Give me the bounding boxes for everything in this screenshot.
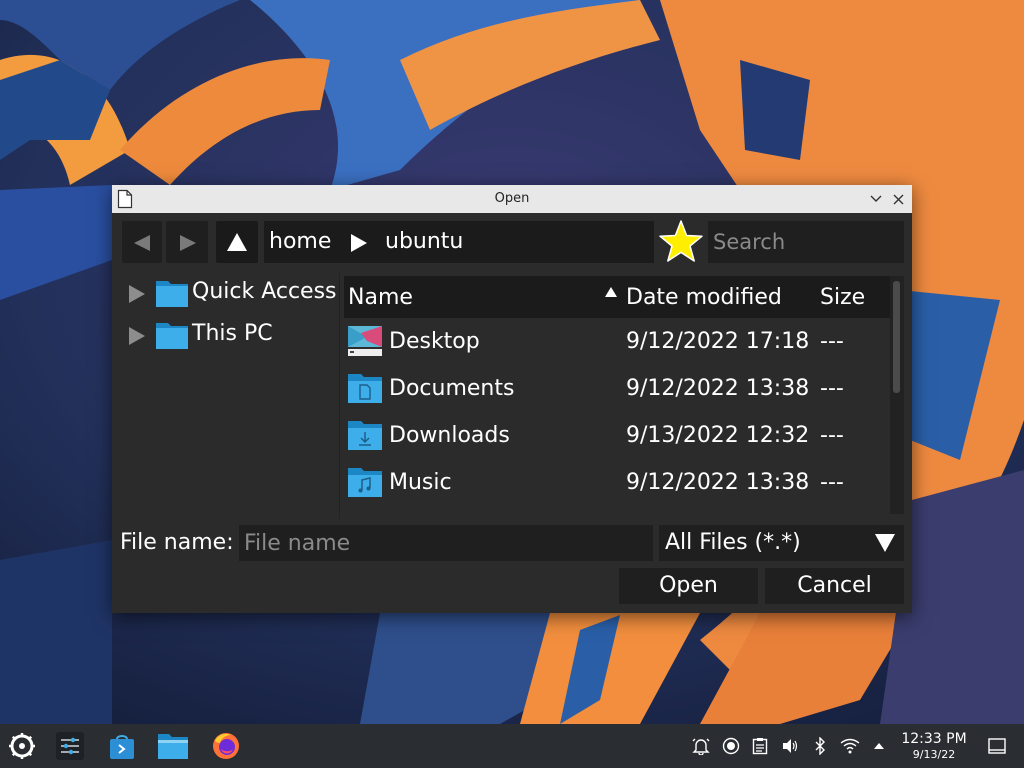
- arrow-left-icon: [134, 235, 150, 251]
- scrollbar-thumb[interactable]: [893, 281, 900, 393]
- arrow-right-icon: [180, 235, 196, 251]
- bluetooth-icon: [815, 737, 825, 755]
- file-date: 9/12/2022 13:38: [626, 376, 810, 401]
- tray-volume[interactable]: [780, 736, 800, 756]
- minimize-button[interactable]: [866, 189, 886, 209]
- tree-item-label: Quick Access: [192, 279, 337, 304]
- taskbar-discover[interactable]: [106, 730, 138, 762]
- clock-date[interactable]: 9/13/22: [896, 748, 972, 761]
- window-title: Open: [494, 191, 530, 206]
- notifications-icon: [692, 738, 710, 755]
- tray-network[interactable]: [840, 736, 860, 756]
- close-button[interactable]: [888, 189, 908, 209]
- clipboard-icon: [752, 738, 768, 755]
- arrow-up-icon: [227, 233, 247, 251]
- file-name: Downloads: [389, 423, 510, 448]
- breadcrumb-home[interactable]: home: [269, 229, 331, 254]
- file-row[interactable]: Music 9/12/2022 13:38 ---: [344, 460, 890, 506]
- expand-arrow-icon[interactable]: [127, 284, 147, 304]
- file-row[interactable]: Desktop 9/12/2022 17:18 ---: [344, 319, 890, 365]
- file-name: Documents: [389, 376, 515, 401]
- clock-time[interactable]: 12:33 PM: [896, 731, 972, 747]
- update-icon: [722, 737, 740, 755]
- cancel-button[interactable]: Cancel: [765, 568, 904, 604]
- dropdown-arrow-icon: [875, 534, 895, 552]
- file-date: 9/13/2022 12:32: [626, 423, 810, 448]
- expand-tray-icon: [874, 743, 884, 749]
- list-header: Name Date modified Size: [344, 276, 890, 318]
- file-size: ---: [820, 423, 844, 448]
- file-date: 9/12/2022 17:18: [626, 329, 810, 354]
- taskbar: 12:33 PM 9/13/22: [0, 724, 1024, 768]
- star-icon: [659, 220, 703, 262]
- column-header-date[interactable]: Date modified: [626, 285, 782, 310]
- back-button[interactable]: [122, 221, 162, 263]
- tray-bluetooth[interactable]: [810, 736, 830, 756]
- tray-expand[interactable]: [869, 736, 889, 756]
- tree-item-label: This PC: [192, 321, 273, 346]
- tray-updates[interactable]: [721, 736, 741, 756]
- file-list: Name Date modified Size Desktop 9/12/202…: [344, 276, 904, 514]
- file-row[interactable]: Downloads 9/13/2022 12:32 ---: [344, 413, 890, 459]
- chevron-right-icon: [351, 234, 367, 252]
- file-size: ---: [820, 470, 844, 495]
- tree-item-quick-access[interactable]: Quick Access: [122, 275, 337, 311]
- file-type-filter-value: All Files (*.*): [665, 530, 801, 555]
- chevron-down-icon: [870, 195, 882, 202]
- show-desktop-icon: [988, 738, 1006, 754]
- folder-icon: [156, 281, 188, 307]
- breadcrumb: home ubuntu: [264, 221, 654, 263]
- wifi-icon: [840, 738, 860, 754]
- firefox-icon: [213, 733, 239, 759]
- tray-notifications[interactable]: [691, 736, 711, 756]
- application-launcher-icon: [9, 733, 35, 759]
- application-launcher-button[interactable]: [6, 730, 38, 762]
- file-name-input[interactable]: [239, 525, 653, 561]
- column-header-size[interactable]: Size: [820, 285, 865, 310]
- open-button[interactable]: Open: [619, 568, 758, 604]
- desktop-folder-icon: [348, 326, 382, 356]
- places-tree: Quick Access This PC: [112, 273, 340, 519]
- documents-folder-icon: [348, 374, 382, 403]
- music-folder-icon: [348, 468, 382, 497]
- folder-icon: [156, 323, 188, 349]
- file-size: ---: [820, 329, 844, 354]
- file-date: 9/12/2022 13:38: [626, 470, 810, 495]
- breadcrumb-ubuntu[interactable]: ubuntu: [385, 229, 463, 254]
- bookmark-button[interactable]: [658, 219, 704, 263]
- discover-store-icon: [110, 735, 134, 759]
- sort-ascending-icon: [605, 287, 617, 297]
- file-type-filter-select[interactable]: All Files (*.*): [659, 525, 904, 561]
- taskbar-firefox[interactable]: [210, 730, 242, 762]
- downloads-folder-icon: [348, 421, 382, 450]
- system-settings-icon: [56, 732, 84, 760]
- open-file-dialog: Open home ubuntu Search Quick Access Thi…: [112, 185, 912, 613]
- dolphin-file-manager-icon: [158, 734, 188, 759]
- file-name-label: File name:: [120, 530, 234, 555]
- search-input[interactable]: [708, 221, 904, 263]
- taskbar-system-settings[interactable]: [54, 730, 86, 762]
- title-bar[interactable]: Open: [112, 185, 912, 213]
- file-name: Music: [389, 470, 452, 495]
- expand-arrow-icon[interactable]: [127, 326, 147, 346]
- file-row[interactable]: Documents 9/12/2022 13:38 ---: [344, 366, 890, 412]
- taskbar-dolphin[interactable]: [157, 730, 189, 762]
- volume-icon: [783, 739, 798, 753]
- forward-button[interactable]: [166, 221, 208, 263]
- column-header-name[interactable]: Name: [348, 285, 413, 310]
- tray-clipboard[interactable]: [750, 736, 770, 756]
- up-directory-button[interactable]: [216, 221, 258, 263]
- close-icon: [893, 194, 903, 204]
- tree-item-this-pc[interactable]: This PC: [122, 317, 337, 353]
- file-size: ---: [820, 376, 844, 401]
- show-desktop-button[interactable]: [987, 736, 1007, 756]
- file-name: Desktop: [389, 329, 480, 354]
